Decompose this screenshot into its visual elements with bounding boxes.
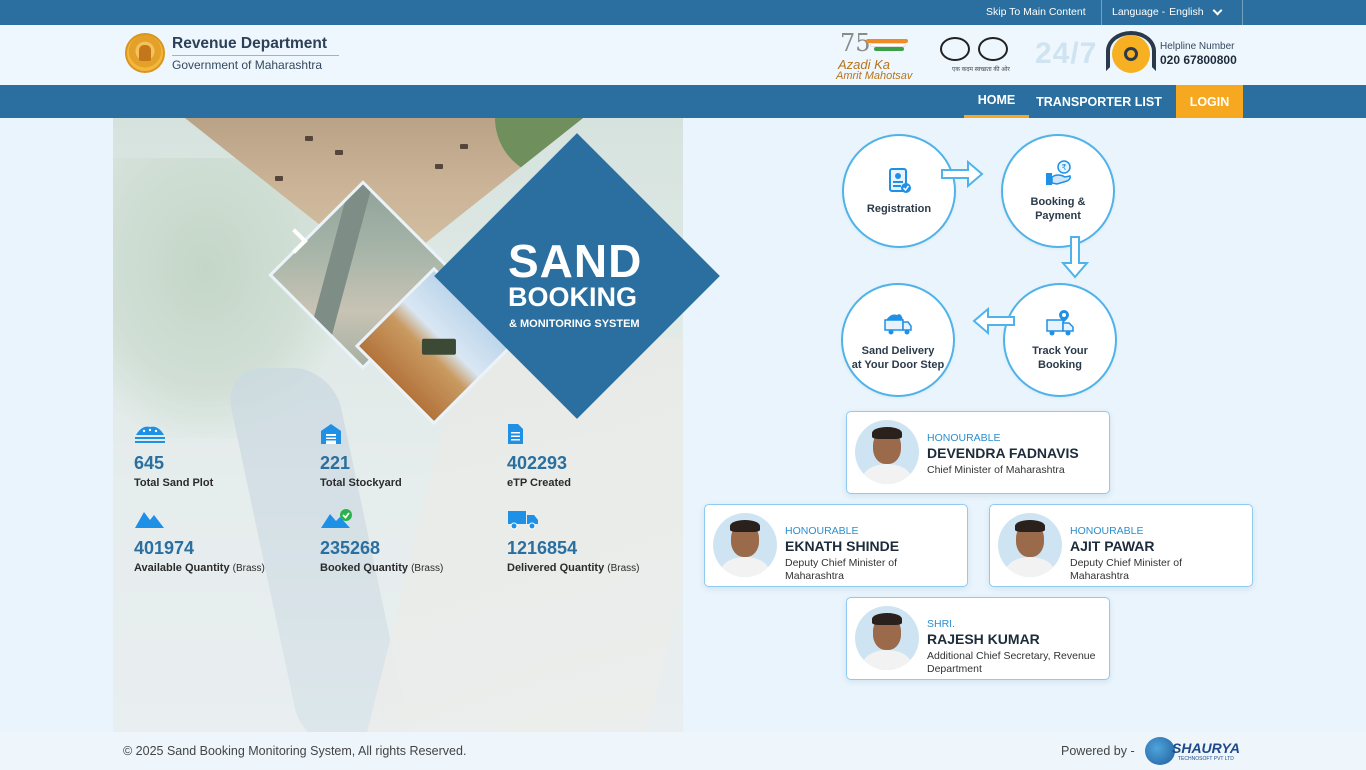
- language-value: English: [1169, 6, 1204, 18]
- official-role: Additional Chief Secretary, Revenue Depa…: [927, 650, 1096, 675]
- stat-value: 235268: [320, 538, 381, 558]
- top-utility-bar: Skip To Main Content Language - English: [0, 0, 1366, 25]
- process-step-label: Booking & Payment: [1030, 196, 1086, 222]
- sand-heap-icon: [135, 512, 164, 528]
- avatar: [855, 420, 919, 484]
- official-role: Deputy Chief Minister of Maharashtra: [1070, 557, 1183, 582]
- tricolor-flag-icon: [866, 39, 908, 53]
- brand-title[interactable]: Revenue Department: [172, 35, 327, 53]
- topbar-divider: [1101, 0, 1102, 25]
- maharashtra-seal-logo[interactable]: [125, 33, 165, 73]
- shaurya-globe-logo[interactable]: [1145, 737, 1175, 765]
- skip-to-main-link[interactable]: Skip To Main Content: [986, 6, 1086, 18]
- official-role: Deputy Chief Minister of Maharashtra: [785, 557, 898, 582]
- official-title-tag: HONOURABLE: [927, 432, 1001, 444]
- arrow-right-icon: [941, 159, 984, 189]
- hero-title-sand: SAND: [508, 235, 643, 287]
- site-footer: © 2025 Sand Booking Monitoring System, A…: [0, 732, 1366, 770]
- language-selector[interactable]: Language - English: [1112, 5, 1223, 18]
- stat-label: eTP Created: [507, 477, 571, 489]
- stat-value: 402293: [507, 453, 568, 473]
- swachh-bharat-logo: एक कदम स्वच्छता की ओर: [938, 33, 1028, 77]
- brand-divider: [172, 55, 339, 56]
- process-step-label: Track Your Booking: [1032, 345, 1088, 371]
- official-card-additional-chief-secretary[interactable]: SHRI. RAJESH KUMAR Additional Chief Secr…: [846, 597, 1110, 680]
- official-role: Chief Minister of Maharashtra: [927, 464, 1065, 476]
- stat-label: Booked Quantity (Brass): [320, 562, 444, 574]
- official-title-tag: SHRI.: [927, 618, 956, 630]
- language-label: Language -: [1112, 6, 1166, 18]
- headset-phone-icon: [1104, 29, 1156, 81]
- avatar: [855, 606, 919, 670]
- process-step-track-booking: Track Your Booking: [1003, 283, 1117, 397]
- truck-icon: [508, 511, 538, 530]
- official-name: RAJESH KUMAR: [927, 631, 1040, 647]
- arrow-down-icon: [1060, 236, 1090, 279]
- official-title-tag: HONOURABLE: [785, 525, 859, 537]
- tracking-truck-icon: [1046, 310, 1074, 336]
- vendor-logo-subtext: TECHNOSOFT PVT LTD: [1178, 756, 1234, 762]
- vendor-logo-text[interactable]: SHAURYA: [1172, 740, 1240, 756]
- helpline-label: Helpline Number: [1160, 41, 1235, 52]
- svg-text:₹: ₹: [1062, 163, 1067, 172]
- payment-icon: ₹: [1046, 160, 1071, 185]
- process-step-booking-payment: ₹ Booking & Payment: [1001, 134, 1115, 248]
- stat-label: Total Sand Plot: [134, 477, 214, 489]
- chevron-down-icon: [1212, 5, 1223, 15]
- helpline-number[interactable]: 020 67800800: [1160, 53, 1237, 67]
- process-step-label: Registration: [866, 203, 932, 215]
- hero-title-booking: BOOKING: [508, 282, 638, 312]
- powered-by-label: Powered by -: [1061, 744, 1135, 758]
- stat-value: 221: [320, 453, 351, 473]
- official-name: AJIT PAWAR: [1070, 538, 1155, 554]
- avatar: [713, 513, 777, 577]
- process-step-label: Sand Delivery at Your Door Step: [851, 345, 945, 371]
- helpline-247-badge: 24/7: [1035, 37, 1098, 70]
- stat-label: Delivered Quantity (Brass): [507, 562, 640, 574]
- nav-home[interactable]: HOME: [964, 85, 1029, 118]
- spectacles-left-icon: [940, 37, 970, 61]
- process-step-registration: Registration: [842, 134, 956, 248]
- warehouse-icon: [321, 424, 341, 444]
- nav-transporter-list[interactable]: TRANSPORTER LIST: [1036, 85, 1162, 118]
- login-button[interactable]: LOGIN: [1176, 85, 1243, 118]
- stat-label: Total Stockyard: [320, 477, 402, 489]
- stat-label: Available Quantity (Brass): [134, 562, 265, 574]
- spectacles-right-icon: [978, 37, 1008, 61]
- official-title-tag: HONOURABLE: [1070, 525, 1144, 537]
- document-icon: [508, 424, 523, 444]
- copyright-text: © 2025 Sand Booking Monitoring System, A…: [123, 744, 467, 758]
- official-card-deputy-cm-shinde[interactable]: HONOURABLE EKNATH SHINDE Deputy Chief Mi…: [704, 504, 968, 587]
- arrow-left-icon: [972, 306, 1015, 336]
- stat-value: 1216854: [507, 538, 578, 558]
- avatar: [998, 513, 1062, 577]
- azadi-ka-amrit-mahotsav-logo: 75 Azadi Ka Amrit Mahotsav: [836, 29, 913, 82]
- registration-icon: [889, 168, 911, 193]
- stat-value: 645: [134, 453, 165, 473]
- sand-heap-check-icon: [321, 509, 352, 528]
- delivery-truck-icon: [884, 314, 912, 335]
- sand-pile-icon: [135, 426, 165, 443]
- topbar-divider: [1242, 0, 1243, 25]
- site-header: Revenue Department Government of Maharas…: [0, 25, 1366, 85]
- hero-subtitle: & MONITORING SYSTEM: [509, 318, 640, 330]
- brand-subtitle: Government of Maharashtra: [172, 58, 323, 72]
- official-name: EKNATH SHINDE: [785, 538, 900, 554]
- stat-value: 401974: [134, 538, 195, 558]
- official-card-chief-minister[interactable]: HONOURABLE DEVENDRA FADNAVIS Chief Minis…: [846, 411, 1110, 494]
- official-card-deputy-cm-pawar[interactable]: HONOURABLE AJIT PAWAR Deputy Chief Minis…: [989, 504, 1253, 587]
- process-step-sand-delivery: Sand Delivery at Your Door Step: [841, 283, 955, 397]
- main-navigation: HOME TRANSPORTER LIST LOGIN: [0, 85, 1366, 118]
- official-name: DEVENDRA FADNAVIS: [927, 445, 1079, 461]
